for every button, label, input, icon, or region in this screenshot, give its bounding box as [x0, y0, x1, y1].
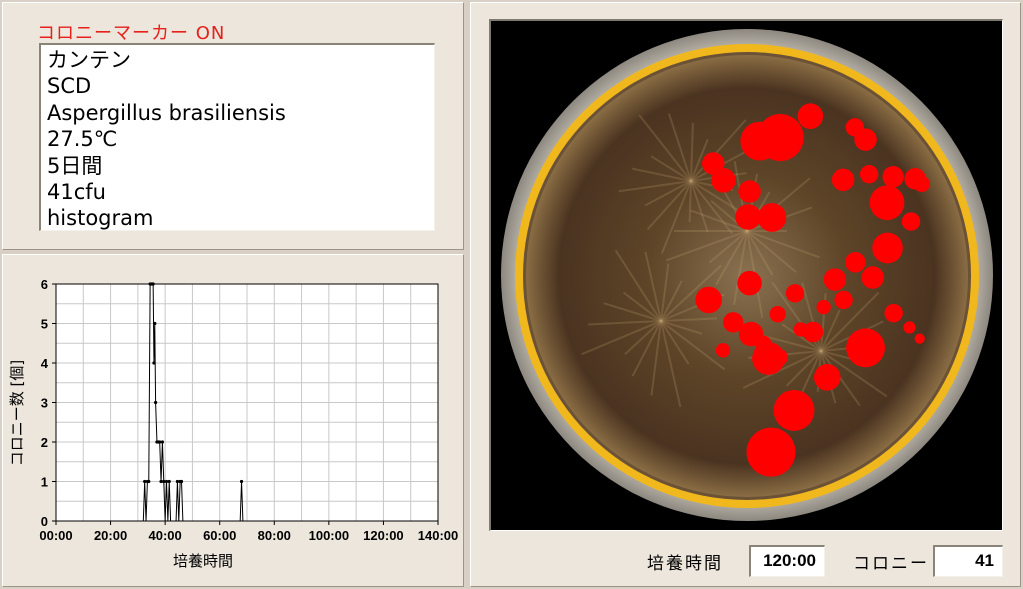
- colony-marker[interactable]: [882, 166, 904, 188]
- y-tick-label: 3: [41, 396, 48, 411]
- y-tick-label: 0: [41, 514, 48, 529]
- y-tick-label: 5: [41, 317, 48, 332]
- colony-histogram-panel: 00:00 20:00 40:00 60:00 80:00 100:00 120:00 140…: [2, 254, 464, 587]
- colony-marker[interactable]: [869, 185, 905, 221]
- x-tick-label: 100:00: [309, 528, 349, 543]
- colony-marker[interactable]: [752, 342, 785, 375]
- colony-marker[interactable]: [903, 321, 916, 334]
- colony-marker[interactable]: [861, 266, 884, 289]
- colony-marker[interactable]: [773, 389, 815, 431]
- colony-marker[interactable]: [793, 322, 808, 337]
- y-tick-label: 1: [41, 475, 48, 490]
- info-line-temperature: 27.5℃: [47, 127, 118, 152]
- colony-marker[interactable]: [884, 303, 903, 323]
- x-tick-label: 120:00: [363, 528, 403, 543]
- info-line-medium: カンテン: [47, 48, 131, 72]
- info-line-cfu: 41cfu: [47, 180, 106, 205]
- info-line-organism: Aspergillus brasiliensis: [47, 100, 286, 125]
- colony-marker[interactable]: [756, 114, 804, 162]
- colony-histogram-chart: 00:00 20:00 40:00 60:00 80:00 100:00 120:00 140…: [8, 277, 458, 570]
- data-point: [158, 440, 162, 444]
- data-point: [153, 321, 157, 326]
- y-tick-label: 4: [41, 356, 49, 371]
- colony-marker[interactable]: [711, 168, 736, 193]
- time-value: 120:00: [749, 545, 825, 577]
- colony-marker[interactable]: [901, 212, 921, 231]
- colony-marker[interactable]: [816, 299, 831, 315]
- colony-marker[interactable]: [845, 252, 866, 273]
- x-tick-label: 140:00: [418, 528, 458, 543]
- colony-marker[interactable]: [823, 268, 847, 291]
- time-label: 培養時間: [647, 554, 723, 574]
- petri-dish-view[interactable]: [489, 19, 1003, 531]
- colony-marker[interactable]: [831, 168, 855, 192]
- colony-marker[interactable]: [746, 427, 796, 477]
- x-tick-label: 60:00: [203, 528, 236, 543]
- colony-marker[interactable]: [735, 204, 761, 230]
- x-tick-label: 40:00: [149, 528, 182, 543]
- colony-marker[interactable]: [813, 364, 841, 391]
- colony-count-label: コロニー: [853, 554, 929, 574]
- colony-marker[interactable]: [797, 103, 824, 129]
- sample-info-panel: コロニーマーカー ON カンテン SCD Aspergillus brasili…: [2, 2, 464, 250]
- info-line-mode: histogram: [47, 206, 154, 231]
- data-point: [152, 361, 156, 365]
- data-point: [153, 400, 158, 405]
- data-point: [151, 282, 155, 286]
- data-point: [179, 479, 184, 484]
- colony-marker[interactable]: [872, 232, 903, 264]
- colony-marker[interactable]: [859, 165, 879, 184]
- data-point: [239, 479, 244, 484]
- colony-marker[interactable]: [737, 270, 762, 296]
- data-point: [159, 479, 163, 484]
- colony-marker[interactable]: [913, 175, 930, 193]
- petri-dish-image-panel: 培養時間 120:00 コロニー 41: [470, 2, 1021, 587]
- sample-info-list: カンテン SCD Aspergillus brasiliensis 27.5℃ …: [39, 43, 435, 231]
- data-point: [160, 440, 165, 444]
- data-point: [175, 479, 180, 484]
- x-tick-label: 80:00: [258, 528, 291, 543]
- data-point: [147, 479, 151, 484]
- colony-marker[interactable]: [738, 180, 761, 203]
- data-point: [167, 479, 171, 484]
- colony-marker-status[interactable]: コロニーマーカー ON: [37, 19, 225, 45]
- colony-marker[interactable]: [695, 286, 722, 314]
- data-point: [164, 479, 169, 484]
- colony-marker[interactable]: [785, 284, 805, 303]
- y-tick-label: 2: [41, 435, 48, 450]
- colony-marker[interactable]: [769, 306, 786, 323]
- x-tick-label: 20:00: [94, 528, 127, 543]
- x-axis-title: 培養時間: [173, 552, 233, 570]
- colony-count-value: 41: [933, 545, 1003, 577]
- colony-marker[interactable]: [715, 343, 731, 358]
- data-point: [162, 479, 166, 484]
- y-axis-title: コロニー数 [個]: [8, 360, 26, 466]
- data-point: [143, 479, 147, 484]
- colony-marker[interactable]: [757, 203, 787, 232]
- colony-marker[interactable]: [846, 328, 885, 368]
- y-tick-label: 6: [41, 277, 48, 292]
- colony-marker[interactable]: [914, 333, 925, 344]
- x-tick-label: 00:00: [39, 528, 72, 543]
- info-line-agar: SCD: [47, 74, 92, 99]
- colony-marker[interactable]: [854, 128, 877, 151]
- info-line-duration: 5日間: [47, 153, 103, 178]
- petri-dish-image: [501, 29, 993, 521]
- mycelium-streak: [688, 180, 692, 223]
- colony-marker[interactable]: [834, 290, 853, 310]
